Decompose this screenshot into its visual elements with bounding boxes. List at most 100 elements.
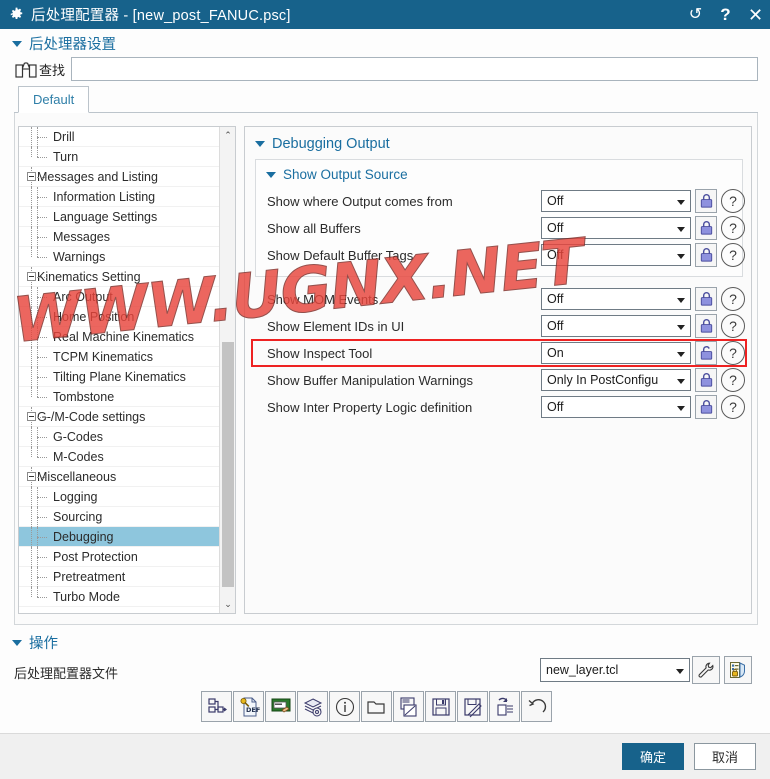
reset-icon[interactable]: ↺ xyxy=(687,6,704,24)
cancel-button[interactable]: 取消 xyxy=(694,743,756,770)
tree-item-pretreatment[interactable]: Pretreatment xyxy=(19,567,219,587)
tree-scrollbar[interactable]: ⌃ ⌄ xyxy=(219,127,235,613)
tree-item-g-m-code-settings[interactable]: G-/M-Code settings xyxy=(19,407,219,427)
property-value-select[interactable]: Off xyxy=(541,315,691,337)
tree-expander-icon[interactable] xyxy=(27,172,36,181)
post-config-file-select[interactable]: new_layer.tcl xyxy=(540,658,690,682)
scrollbar-thumb[interactable] xyxy=(222,342,234,587)
open-button[interactable] xyxy=(361,691,392,722)
operation-title: 操作 xyxy=(29,636,58,652)
tree-item-debugging[interactable]: Debugging xyxy=(19,527,219,547)
property-value-select[interactable]: On xyxy=(541,342,691,364)
property-row: Show Default Buffer Tags Off? xyxy=(245,241,753,269)
debugging-output-title: Debugging Output xyxy=(272,136,390,152)
tree-item-warnings[interactable]: Warnings xyxy=(19,247,219,267)
permissions-button[interactable] xyxy=(724,656,752,684)
tree-elbow-line xyxy=(37,137,47,138)
property-value-select[interactable]: Off xyxy=(541,244,691,266)
lock-closed-icon[interactable] xyxy=(695,189,717,213)
tree-item-post-protection[interactable]: Post Protection xyxy=(19,547,219,567)
tree-item-m-codes[interactable]: M-Codes xyxy=(19,447,219,467)
tree-item-turn[interactable]: Turn xyxy=(19,147,219,167)
tree-item-miscellaneous[interactable]: Miscellaneous xyxy=(19,467,219,487)
scroll-up-icon[interactable]: ⌃ xyxy=(220,127,235,144)
property-value: On xyxy=(547,346,564,360)
property-value-select[interactable]: Off xyxy=(541,396,691,418)
tree-item-sourcing[interactable]: Sourcing xyxy=(19,507,219,527)
tree-item-messages[interactable]: Messages xyxy=(19,227,219,247)
tree-item-tombstone[interactable]: Tombstone xyxy=(19,387,219,407)
lock-closed-icon[interactable] xyxy=(695,287,717,311)
lock-closed-icon[interactable] xyxy=(695,368,717,392)
help-icon[interactable]: ? xyxy=(721,243,745,267)
tree-expander-icon[interactable] xyxy=(27,412,36,421)
help-icon[interactable]: ? xyxy=(721,341,745,365)
save-button[interactable] xyxy=(425,691,456,722)
tree-item-information-listing[interactable]: Information Listing xyxy=(19,187,219,207)
ok-button[interactable]: 确定 xyxy=(622,743,684,770)
export-definition-button[interactable] xyxy=(201,691,232,722)
help-icon[interactable]: ? xyxy=(721,189,745,213)
scroll-down-icon[interactable]: ⌄ xyxy=(220,596,235,613)
tree-expander-icon[interactable] xyxy=(27,272,36,281)
tree-item-list: Drill Turn Messages and Listing Information… xyxy=(19,127,219,607)
def-file-button[interactable]: DEF xyxy=(233,691,264,722)
copy-button[interactable] xyxy=(489,691,520,722)
property-value: Off xyxy=(547,292,564,306)
tree-item-home-position[interactable]: Home Position xyxy=(19,307,219,327)
new-document-button[interactable] xyxy=(393,691,424,722)
lock-closed-icon[interactable] xyxy=(695,395,717,419)
help-icon[interactable]: ? xyxy=(721,395,745,419)
tab-default[interactable]: Default xyxy=(18,86,90,113)
property-value-select[interactable]: Off xyxy=(541,190,691,212)
lock-closed-icon[interactable] xyxy=(695,314,717,338)
tree-item-kinematics-setting[interactable]: Kinematics Setting xyxy=(19,267,219,287)
help-icon[interactable]: ? xyxy=(721,216,745,240)
tree-item-g-codes[interactable]: G-Codes xyxy=(19,427,219,447)
help-icon[interactable]: ? xyxy=(721,314,745,338)
tree-elbow-line xyxy=(37,297,47,298)
help-icon[interactable]: ? xyxy=(721,287,745,311)
undo-button[interactable] xyxy=(521,691,552,722)
help-icon[interactable]: ? xyxy=(721,368,745,392)
tree-item-logging[interactable]: Logging xyxy=(19,487,219,507)
show-output-source-header[interactable]: Show Output Source xyxy=(266,167,408,182)
close-icon[interactable]: ✕ xyxy=(747,6,764,24)
tree-elbow-line xyxy=(37,157,47,158)
operation-section-header[interactable]: 操作 xyxy=(12,632,58,653)
ui-edit-button[interactable] xyxy=(265,691,296,722)
tree-item-arc-output[interactable]: Arc Output xyxy=(19,287,219,307)
chevron-down-icon xyxy=(676,669,684,674)
tree-item-tilting-plane-kinematics[interactable]: Tilting Plane Kinematics xyxy=(19,367,219,387)
lock-open-icon[interactable] xyxy=(695,341,717,365)
tree-expander-icon[interactable] xyxy=(27,472,36,481)
tree-item-tcpm-kinematics[interactable]: TCPM Kinematics xyxy=(19,347,219,367)
property-value-select[interactable]: Off xyxy=(541,288,691,310)
tree-guide-line xyxy=(37,487,38,507)
save-as-button[interactable] xyxy=(457,691,488,722)
lock-closed-icon[interactable] xyxy=(695,216,717,240)
tree-item-messages-and-listing[interactable]: Messages and Listing xyxy=(19,167,219,187)
tree-item-drill[interactable]: Drill xyxy=(19,127,219,147)
tree-item-language-settings[interactable]: Language Settings xyxy=(19,207,219,227)
settings-tree[interactable]: Drill Turn Messages and Listing Information… xyxy=(18,126,236,614)
search-input[interactable] xyxy=(71,57,758,81)
def-file-icon: DEF xyxy=(238,696,260,718)
debugging-output-header[interactable]: Debugging Output xyxy=(255,136,390,152)
tree-item-real-machine-kinematics[interactable]: Real Machine Kinematics xyxy=(19,327,219,347)
info-button[interactable] xyxy=(329,691,360,722)
property-value-select[interactable]: Off xyxy=(541,217,691,239)
settings-wrench-button[interactable] xyxy=(692,656,720,684)
tree-guide-line xyxy=(37,447,38,457)
property-value-select[interactable]: Only In PostConfigu xyxy=(541,369,691,391)
help-icon[interactable]: ? xyxy=(717,6,734,24)
lock-closed-icon[interactable] xyxy=(695,243,717,267)
post-settings-section-header[interactable]: 后处理器设置 xyxy=(12,33,116,54)
tree-elbow-line xyxy=(37,277,47,278)
chevron-down-icon xyxy=(677,379,685,384)
chevron-down-icon xyxy=(12,639,22,646)
tree-item-turbo-mode[interactable]: Turbo Mode xyxy=(19,587,219,607)
property-label: Show where Output comes from xyxy=(267,193,453,209)
tree-item-label: M-Codes xyxy=(53,449,104,464)
layers-settings-button[interactable] xyxy=(297,691,328,722)
